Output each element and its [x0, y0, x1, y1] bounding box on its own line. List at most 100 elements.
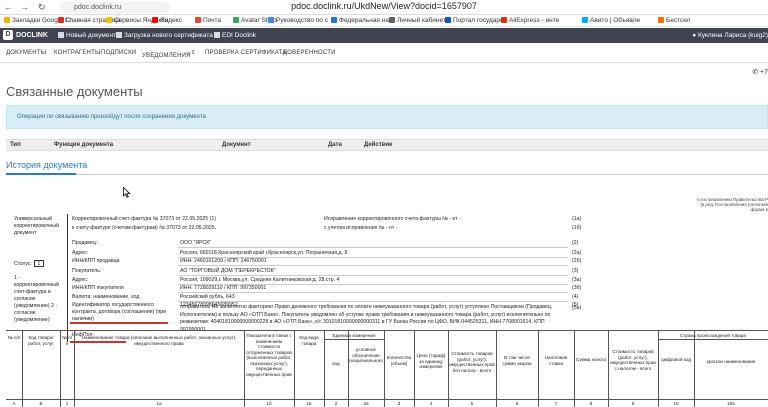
goods-header-cell: цифровой код — [660, 357, 692, 362]
doclink-logo-icon: D — [3, 30, 13, 40]
goods-column-number: 7 — [554, 401, 558, 406]
menu-subscriptions[interactable]: ПОДПИСКИ — [101, 50, 136, 56]
goods-column-number: 1 — [65, 401, 69, 406]
top-right-note: к постановлению Правительства Р (в ред. … — [696, 197, 768, 212]
reload-icon[interactable]: ↻ — [38, 2, 46, 13]
code-5a: (5а) — [572, 305, 582, 311]
goods-column-number: 5 — [470, 401, 474, 406]
row-value: Россия, 109029,г. Москва,ул. Средняя Кал… — [180, 277, 340, 283]
bookmark-favicon-icon — [106, 17, 112, 23]
row-label: Продавец: — [72, 240, 98, 246]
row-value: ИНН: 7728029110 / КПП: 997350001 — [180, 285, 267, 291]
corr-invoice-line: Корректировочный счет-фактура № 37073 от… — [72, 216, 216, 222]
col-action: Действие — [364, 142, 393, 148]
menu-certificate-check[interactable]: ПРОВЕРКА СЕРТИФИКАТА — [205, 50, 286, 56]
goods-column-number: 1б — [266, 401, 272, 406]
menu-contractors[interactable]: КОНТРАГЕНТЫ — [54, 50, 100, 56]
bookmark-item[interactable]: Авито | Объявле — [582, 17, 640, 24]
bookmark-item[interactable]: Почта — [195, 17, 221, 24]
goods-header-cell: условное обозначение (национальное) — [349, 347, 383, 363]
row-label: ИНН/КПП покупателя — [72, 285, 124, 291]
document-icon — [58, 32, 64, 38]
bookmark-item[interactable]: Яндекс — [152, 17, 182, 24]
menu-notifications[interactable]: УВЕДОМЛЕНИЯ0 — [142, 50, 195, 59]
bookmark-favicon-icon — [445, 17, 451, 23]
goods-column-divider — [658, 331, 659, 407]
bookmark-label: Руководство по с — [276, 17, 328, 24]
goods-column-number: 4 — [429, 401, 433, 406]
bookmark-label: Почта — [203, 17, 222, 24]
goods-header-cell: Количество (объем) — [386, 355, 412, 366]
tab-divider — [6, 174, 768, 175]
goods-column-divider — [694, 331, 695, 407]
goods-header-cell: краткое наименование — [706, 359, 756, 364]
goods-column-divider — [608, 331, 609, 407]
col-type: Тип — [10, 142, 21, 148]
menu-powers-of-attorney[interactable]: ДОВЕРЕННОСТИ — [283, 50, 336, 56]
goods-column-divider — [538, 331, 539, 407]
bookmark-item[interactable]: Бестсел — [658, 17, 690, 24]
goods-column-number: 1в — [306, 401, 312, 406]
document-divider — [67, 214, 68, 342]
bookmark-item[interactable]: Федеральная нал — [331, 17, 393, 24]
status-note: 1 - корректировочный счет-фактура и согл… — [14, 275, 59, 323]
bookmark-label: Авито | Объявле — [590, 17, 641, 24]
goods-column-divider — [60, 331, 61, 407]
address-field[interactable]: pdoc.doclink.ru — [60, 2, 170, 13]
app-header: D DOCLINK Новый документ Загрузка нового… — [0, 28, 768, 43]
goods-header-cell: № п/п — [62, 335, 72, 346]
goods-column-number: А — [12, 401, 16, 406]
back-icon[interactable]: ← — [4, 2, 13, 12]
forward-icon[interactable]: → — [20, 2, 29, 12]
row-code: (3) — [572, 268, 579, 274]
bookmark-favicon-icon — [331, 17, 337, 23]
menu-documents[interactable]: ДОКУМЕНТЫ — [6, 50, 46, 56]
goods-column-divider — [348, 331, 349, 407]
row-underline — [178, 247, 568, 248]
row-underline — [178, 275, 568, 276]
phone-icon: ✆ — [752, 69, 761, 76]
info-alert-text: Операции по связыванию произойдут после … — [17, 114, 206, 120]
edi-icon — [214, 32, 220, 38]
bookmark-favicon-icon — [233, 17, 239, 23]
phone-link[interactable]: ✆ +7 — [752, 68, 768, 76]
goods-header-cell: Код товара/ работ, услуг — [28, 335, 54, 346]
row-label: Адрес: — [72, 277, 89, 283]
row-label: Адрес: — [72, 250, 89, 256]
edi-doclink-button[interactable]: EDI Doclink — [214, 32, 256, 39]
user-menu[interactable]: ● Куклина Лариса (kuig2) — [692, 32, 768, 39]
info-alert: Операции по связыванию произойдут после … — [6, 105, 768, 129]
goods-column-number: 6 — [515, 401, 519, 406]
bookmark-favicon-icon — [582, 17, 588, 23]
goods-header-cell: код — [332, 361, 340, 366]
goods-header-cell: Цена (тариф) за единицу измерения — [416, 353, 446, 369]
row-label: Валюта: наименование, код — [72, 294, 140, 300]
tab-document-history[interactable]: История документа — [6, 160, 87, 170]
bookmark-label: AliExpress - инте — [509, 17, 560, 24]
correction-line: Исправление корректировочного счета-факт… — [324, 216, 461, 222]
goods-group-divider — [658, 339, 768, 340]
goods-number-row-divider — [6, 399, 768, 400]
browser-url-bar: ← → ↻ pdoc.doclink.ru pdoc.doclink.ru/Uk… — [0, 0, 768, 15]
brand-name: DOCLINK — [16, 32, 48, 39]
goods-group-divider — [324, 339, 384, 340]
row-underline — [178, 265, 568, 266]
goods-column-divider — [324, 331, 325, 407]
bookmark-item[interactable]: Портал государс — [445, 17, 503, 24]
goods-header-cell: Стоимость товаров (работ, услуг), имущес… — [610, 349, 656, 371]
new-document-button[interactable]: Новый документ — [58, 32, 116, 39]
col-function: Функция документа — [54, 142, 114, 148]
bookmark-item[interactable]: Личный кабинет — [389, 17, 446, 24]
bookmark-item[interactable]: Руководство по с — [268, 17, 328, 24]
status-value: 1 — [33, 260, 44, 267]
upload-certificate-button[interactable]: Загрузка нового сертификата — [116, 32, 213, 39]
goods-header-cell: Сумма налога — [575, 357, 607, 362]
bookmark-favicon-icon — [4, 17, 10, 23]
main-menu: ДОКУМЕНТЫ КОНТРАГЕНТЫ ПОДПИСКИ УВЕДОМЛЕН… — [0, 43, 768, 63]
goods-header-cell: Показатели в связи с изменением стоимост… — [246, 333, 292, 377]
bookmarks-bar: Закладки Google Ch Главная страница Сервис… — [0, 15, 768, 27]
goods-column-divider — [414, 331, 415, 407]
bookmark-item[interactable]: AliExpress - инте — [501, 17, 559, 24]
tab-active-indicator — [6, 173, 76, 175]
col-date: Дата — [328, 142, 342, 148]
